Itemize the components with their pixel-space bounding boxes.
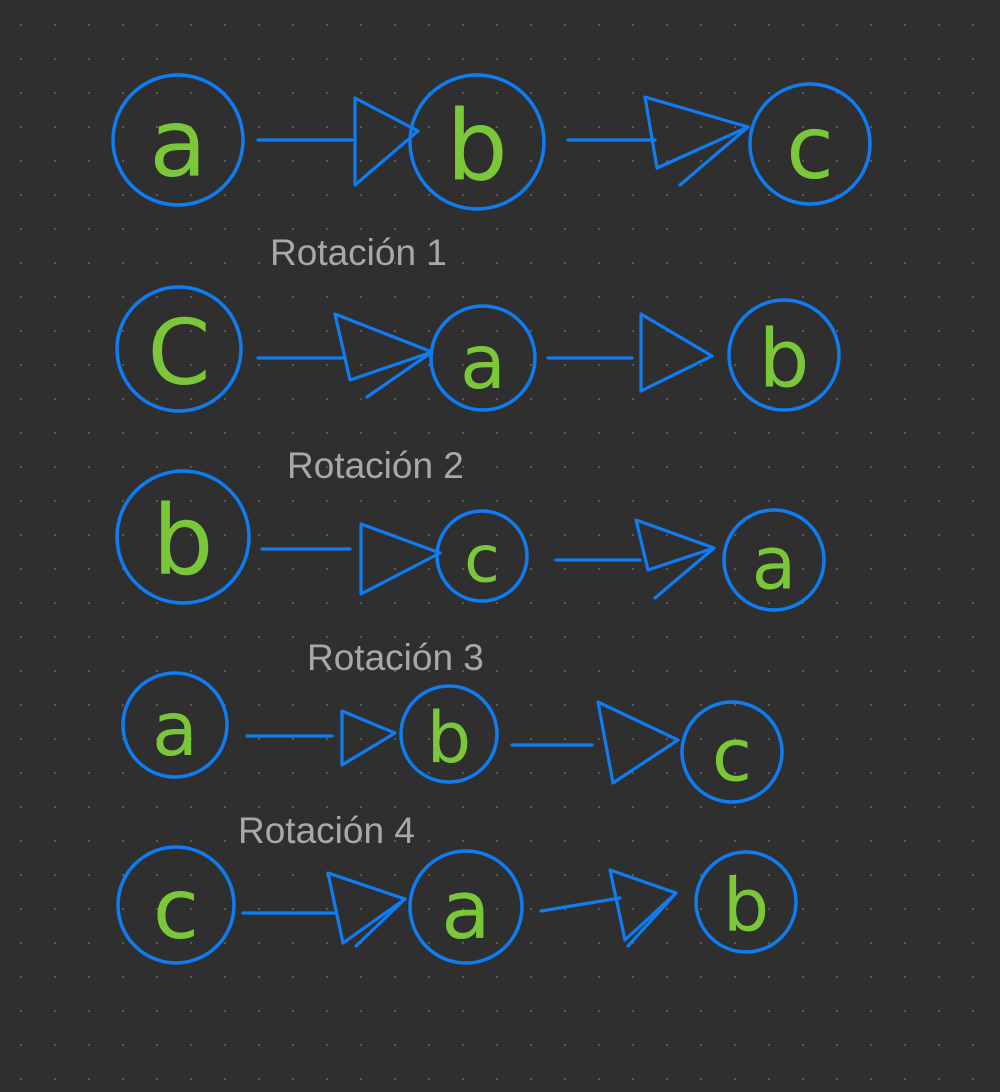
arrow-head-icon [634,518,716,572]
node-letter-letter-b: b [723,864,769,949]
node-4-2: b [694,850,798,954]
node-2-0: b [115,469,251,605]
node-letter-letter-a: a [752,522,797,607]
node-letter-letter-a: a [441,864,491,958]
rotation-row-3: a b c [121,671,784,804]
arrow-4-1 [539,868,678,948]
node-3-2: c [680,700,784,804]
node-1-2: b [727,298,841,412]
rotation-label-3: Rotación 3 [307,637,484,678]
node-letter-letter-a: a [460,318,506,406]
rotation-diagram: a b cC a bb c aa b cc a b [111,73,872,965]
rotation-label-2: Rotación 2 [287,445,464,486]
rotation-label-1: Rotación 1 [270,232,447,273]
node-letter-letter-a: a [152,685,198,773]
node-letter-letter-c: c [464,523,500,598]
arrow-stroke [678,125,750,187]
node-4-0: c [116,845,236,965]
arrow-3-1 [510,700,680,785]
arrow-2-0 [260,522,442,596]
node-letter-letter-b: b [153,485,214,597]
rotation-row-0: a b c [111,73,872,211]
arrow-4-0 [241,871,407,948]
arrow-3-0 [245,709,397,767]
arrow-shaft [539,896,622,913]
node-2-1: c [435,509,529,603]
node-2-2: a [722,508,826,612]
arrow-0-1 [566,95,750,187]
node-4-1: a [408,849,524,965]
arrow-head-icon [340,709,397,767]
diagram-canvas: abcCabbcaabccab Rotación 1 Rotación 2 Ro… [0,0,1000,1092]
arrow-head-icon [643,95,750,170]
node-3-0: a [121,671,229,779]
rotation-row-2: bca [115,469,826,612]
node-letter-letter-b: b [446,90,508,203]
arrow-head-icon [333,312,434,382]
arrow-stroke [354,897,407,948]
node-0-2: c [748,82,872,206]
arrow-head-icon [639,312,714,393]
node-0-1: b [408,73,546,211]
arrow-head-icon [596,700,680,785]
arrow-1-1 [546,312,714,393]
arrow-1-0 [256,312,434,399]
arrow-stroke [365,350,434,399]
node-letter-letter-b: b [427,697,471,779]
arrow-stroke [653,546,716,600]
rotation-row-4: cab [116,845,798,965]
arrow-2-1 [554,518,716,600]
node-letter-letter-c: c [712,714,752,799]
arrow-0-0 [256,96,420,187]
rotation-label-4: Rotación 4 [238,810,415,851]
node-1-1: a [429,304,537,412]
arrow-head-icon [359,522,442,596]
arrow-stroke [626,891,678,948]
node-letter-letter-b: b [759,313,810,406]
node-1-0: C [115,285,243,413]
node-letter-letter-a: a [149,90,207,199]
node-letter-letter-c: c [786,97,834,199]
rotation-row-1: Ca b [115,285,841,413]
node-letter-letter-c: c [153,860,199,958]
node-letter-letter-c: C [148,301,211,406]
node-3-1: b [399,684,499,784]
node-0-0: a [111,73,245,207]
